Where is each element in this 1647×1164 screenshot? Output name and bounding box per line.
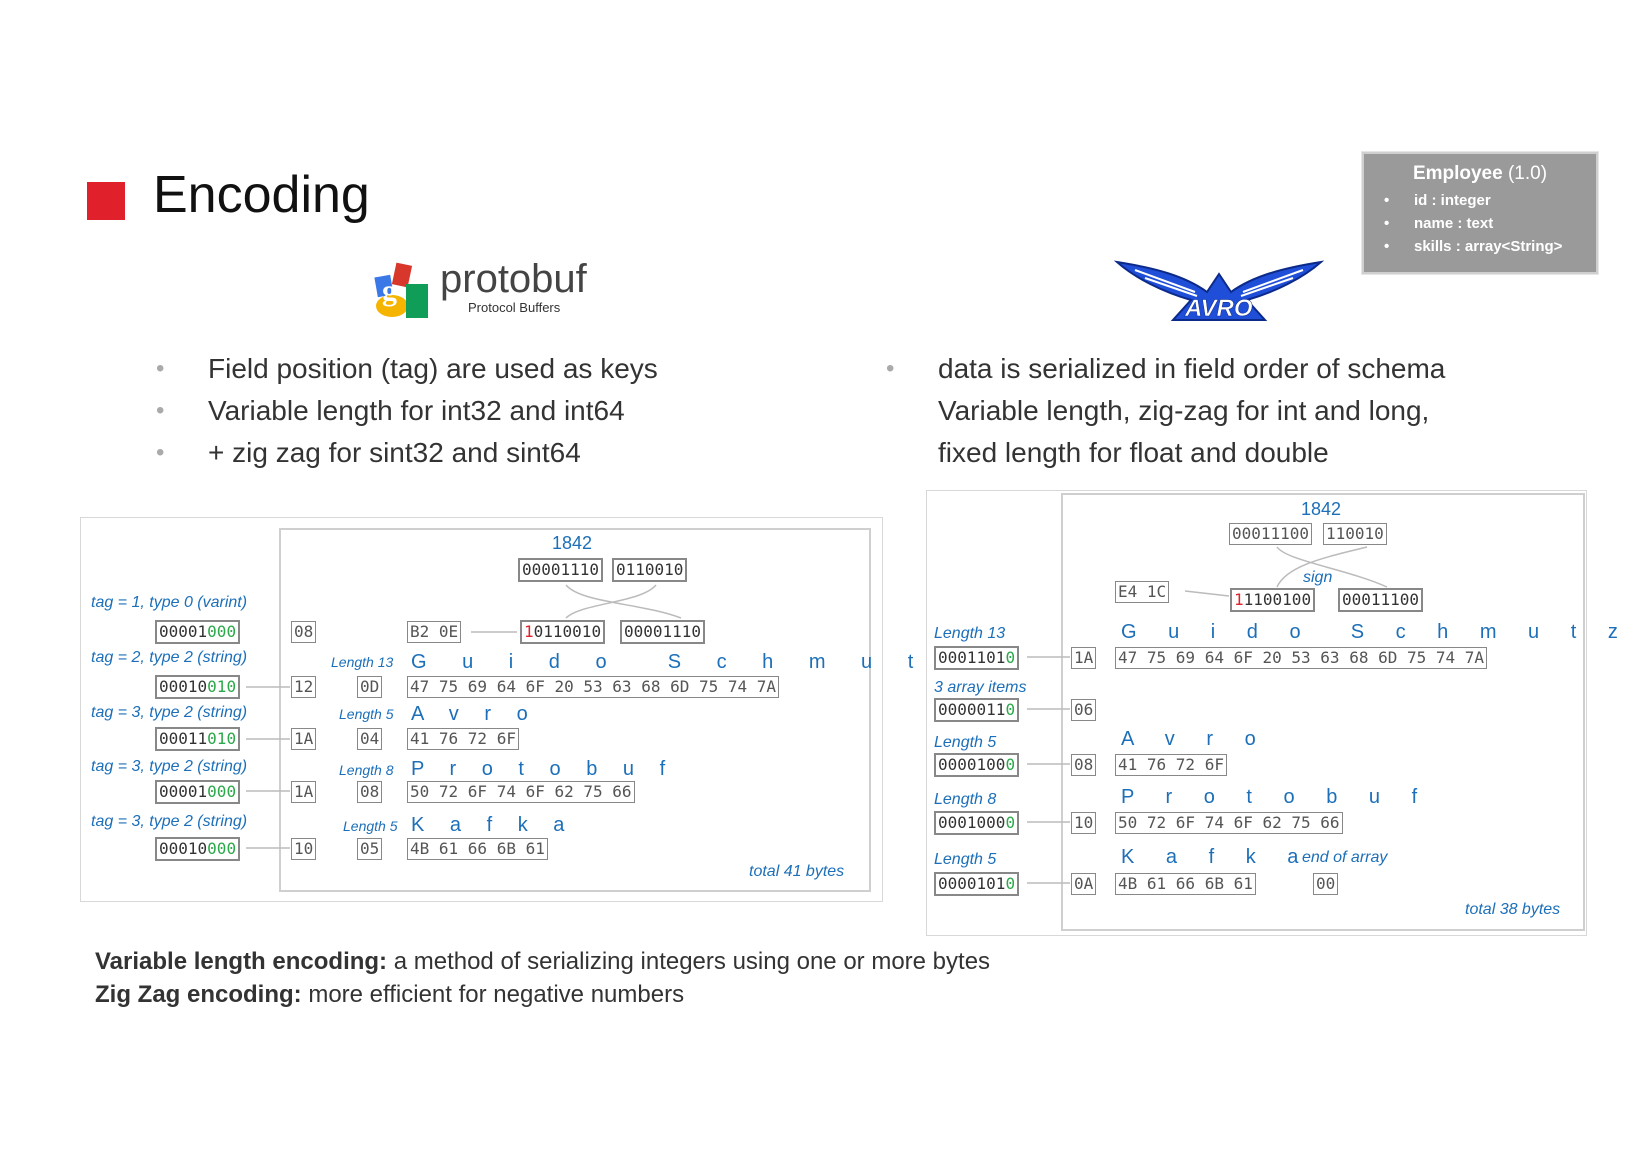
page-title: Encoding [153, 166, 370, 224]
protobuf-chars: P r o t o b u f [411, 758, 676, 780]
protobuf-key-hex: 1A [291, 728, 317, 750]
protobuf-tag-label: tag = 2, type 2 (string) [91, 649, 248, 666]
schema-field: id : integer [1384, 189, 1596, 212]
protobuf-tag-label: tag = 3, type 2 (string) [91, 704, 248, 721]
avro-value-hex: 50 72 6F 74 6F 62 75 66 [1115, 812, 1343, 834]
protobuf-length-label: Length 13 [331, 654, 394, 670]
avro-diagram: 1842 00011100 110010 sign E4 1C 11100100… [926, 490, 1618, 936]
avro-key-hex: 10 [1071, 812, 1097, 834]
schema-field: skills : array<String> [1384, 235, 1596, 258]
protobuf-bullet-list: • Field position (tag) are used as keys •… [156, 353, 658, 468]
protobuf-length-hex: 0D [357, 676, 383, 698]
avro-logo-icon: AVRO [1113, 260, 1325, 322]
protobuf-logo-icon: g [374, 262, 428, 318]
avro-value-hex: 4B 61 66 6B 61 [1115, 873, 1256, 895]
svg-text:g: g [382, 274, 397, 307]
protobuf-key-hex: 1A [291, 781, 317, 803]
protobuf-value-hex: 47 75 69 64 6F 20 53 63 68 6D 75 74 7A [407, 676, 780, 698]
protobuf-bullet: Field position (tag) are used as keys [208, 353, 658, 384]
schema-field: name : text [1384, 212, 1596, 235]
protobuf-value-hex: 41 76 72 6F [407, 728, 519, 750]
protobuf-value-hex: 4B 61 66 6B 61 [407, 838, 548, 860]
employee-schema-box: Employee (1.0) id : integer name : text … [1362, 152, 1598, 274]
protobuf-diagram: 1842 00001110 0110010 B2 0E 10110010 000… [80, 517, 959, 902]
protobuf-value-hex: 50 72 6F 74 6F 62 75 66 [407, 781, 635, 803]
footer-def-varint: a method of serializing integers using o… [387, 948, 991, 975]
protobuf-logo-subtext: Protocol Buffers [468, 300, 561, 315]
avro-swap-hex: E4 1C [1115, 581, 1170, 603]
avro-key-hex: 06 [1071, 699, 1097, 721]
protobuf-length-label: Length 5 [343, 818, 398, 834]
avro-key-hex: 08 [1071, 754, 1097, 776]
avro-logo-text: AVRO [1184, 295, 1253, 322]
protobuf-tag-bin: 00001000 [155, 620, 241, 644]
avro-row-bin: 00011010 [934, 646, 1020, 670]
avro-row-bin: 00001010 [934, 872, 1020, 896]
avro-bullet: data is serialized in field order of sch… [938, 353, 1446, 384]
protobuf-total: total 41 bytes [749, 863, 845, 880]
avro-swap-bin-2: 00011100 [1338, 588, 1424, 612]
avro-row-label: Length 13 [934, 625, 1006, 642]
protobuf-chars: G u i d o S c h m u t z [411, 651, 969, 673]
protobuf-tag-bin: 00001000 [155, 780, 241, 804]
schema-version: (1.0) [1507, 163, 1548, 184]
avro-chars: A v r o [1121, 728, 1269, 750]
protobuf-swap-bin-1: 0110010 [533, 622, 602, 641]
protobuf-length-hex: 04 [357, 728, 383, 750]
protobuf-length-hex: 08 [357, 781, 383, 803]
avro-bullet-list: • data is serialized in field order of sc… [886, 353, 1446, 468]
avro-total: total 38 bytes [1465, 901, 1561, 918]
protobuf-chars: K a f k a [411, 814, 575, 836]
footer-def-zigzag: more efficient for negative numbers [301, 981, 685, 1008]
footer-term-varint: Variable length encoding: [95, 948, 388, 975]
schema-header: Employee (1.0) [1364, 163, 1596, 185]
protobuf-length-hex: 05 [357, 838, 383, 860]
protobuf-swap-hex: B2 0E [407, 621, 462, 643]
avro-swap-bin-1: 1100100 [1243, 590, 1312, 609]
avro-key-hex: 1A [1071, 647, 1097, 669]
avro-key-hex: 0A [1071, 873, 1097, 895]
avro-row-bin: 00010000 [934, 811, 1020, 835]
protobuf-key-hex: 08 [291, 621, 317, 643]
avro-bullet: fixed length for float and double [938, 437, 1329, 468]
footer-definitions: Variable length encoding: a method of se… [95, 945, 990, 1011]
protobuf-tag-label: tag = 3, type 2 (string) [91, 758, 248, 775]
avro-value-hex: 47 75 69 64 6F 20 53 63 68 6D 75 74 7A [1115, 647, 1488, 669]
avro-bullet: Variable length, zig-zag for int and lon… [938, 395, 1430, 426]
avro-end-label: end of array [1302, 849, 1388, 866]
protobuf-bullet: + zig zag for sint32 and sint64 [208, 437, 581, 468]
protobuf-swap-bin-2: 00001110 [620, 620, 706, 644]
avro-value-hex: 41 76 72 6F [1115, 754, 1227, 776]
footer-term-zigzag: Zig Zag encoding: [95, 981, 302, 1008]
protobuf-tag-label: tag = 1, type 0 (varint) [91, 594, 248, 611]
protobuf-tag-bin: 00011010 [155, 727, 241, 751]
protobuf-length-label: Length 8 [339, 762, 394, 778]
protobuf-logo-text: protobuf [440, 257, 587, 301]
avro-chars: G u i d o S c h m u t z [1121, 621, 1631, 643]
protobuf-key-hex: 10 [291, 838, 317, 860]
schema-name: Employee [1412, 163, 1503, 184]
protobuf-tag-label: tag = 3, type 2 (string) [91, 813, 248, 830]
protobuf-bullet: Variable length for int32 and int64 [208, 395, 625, 426]
protobuf-tag-bin: 00010010 [155, 675, 241, 699]
avro-row-label: Length 5 [934, 734, 997, 751]
protobuf-length-label: Length 5 [339, 706, 394, 722]
avro-chars: P r o t o b u f [1121, 786, 1431, 808]
protobuf-key-hex: 12 [291, 676, 317, 698]
title-bullet-square [87, 182, 125, 220]
avro-row-label: Length 5 [934, 851, 997, 868]
protobuf-tag-bin: 00010000 [155, 837, 241, 861]
avro-end-hex: 00 [1313, 873, 1339, 895]
avro-row-bin: 00001000 [934, 753, 1020, 777]
protobuf-chars: A v r o [411, 703, 538, 725]
avro-chars: K a f k a [1121, 846, 1312, 868]
avro-sign-label: sign [1303, 569, 1333, 586]
avro-row-bin: 00000110 [934, 698, 1020, 722]
schema-field-list: id : integer name : text skills : array<… [1364, 189, 1596, 258]
avro-row-label: 3 array items [934, 679, 1027, 696]
avro-row-label: Length 8 [934, 791, 997, 808]
